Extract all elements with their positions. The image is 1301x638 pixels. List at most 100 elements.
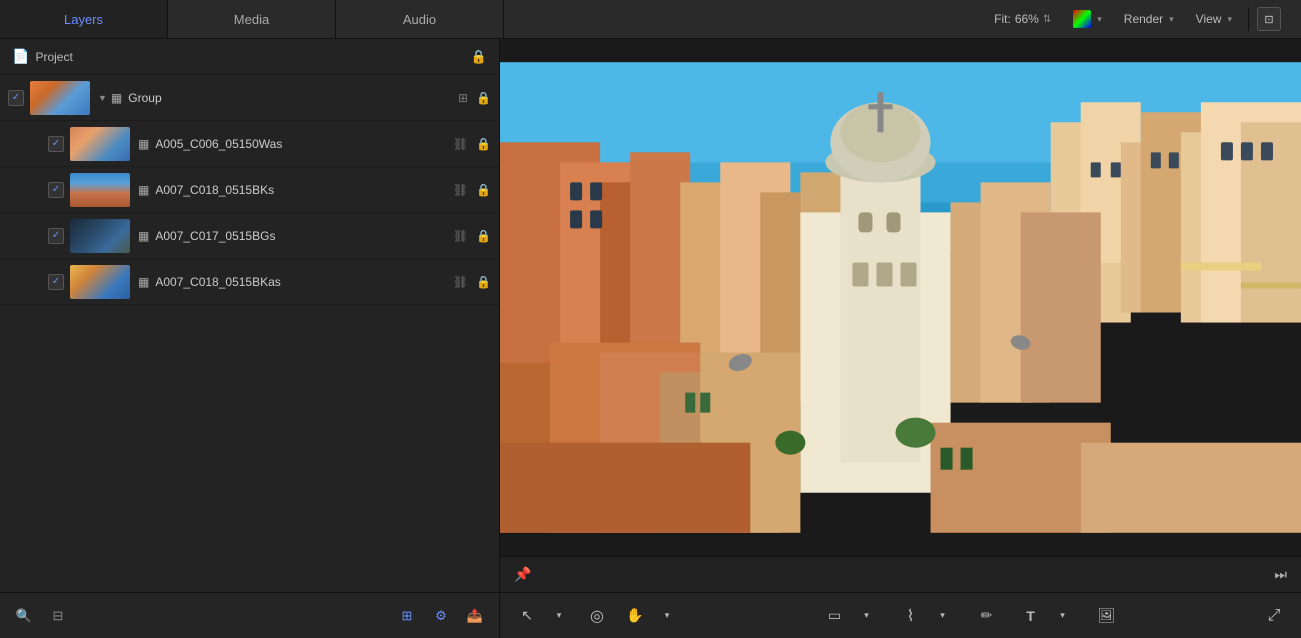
layer-lock-icon[interactable]: 🔒 (476, 91, 491, 105)
render-chevron-icon: ▾ (1169, 14, 1174, 25)
preview-image (500, 39, 1301, 556)
window-layout-button[interactable]: ⊡ (1257, 7, 1281, 31)
window-controls: ⊡ (1248, 7, 1289, 31)
layers-list: ▼ ▦ Group ⊞ 🔒 ▦ A005_C006_05150Was ⛓ 🔒 (0, 75, 499, 592)
text-options-button[interactable]: ▾ (1048, 601, 1078, 631)
layer-thumbnail (70, 173, 130, 207)
layer-row[interactable]: ▦ A007_C018_0515BKs ⛓ 🔒 (0, 167, 499, 213)
project-name: Project (35, 50, 72, 64)
tab-audio-label: Audio (403, 12, 436, 27)
film-strip-icon: ▦ (138, 183, 149, 197)
main-area: 📄 Project 🔒 ▼ ▦ Group ⊞ 🔒 (0, 39, 1301, 638)
skip-to-end-icon[interactable]: ⏭ (1274, 566, 1287, 583)
group-icon: ▦ (111, 91, 122, 105)
select-tool-group: ↖ ▾ (512, 601, 574, 631)
layer-lock-icon[interactable]: 🔒 (476, 275, 491, 289)
preview-area[interactable] (500, 39, 1301, 556)
render-button[interactable]: Render ▾ (1118, 10, 1180, 28)
layer-row[interactable]: ▦ A005_C006_05150Was ⛓ 🔒 (0, 121, 499, 167)
rect-options-button[interactable]: ▾ (852, 601, 882, 631)
project-file-icon: 📄 (12, 48, 29, 65)
project-lock-icon[interactable]: 🔒 (471, 49, 487, 65)
tab-media[interactable]: Media (168, 0, 336, 38)
curve-tool-button[interactable]: ⌇ (896, 601, 926, 631)
layer-lock-icon[interactable]: 🔒 (476, 137, 491, 151)
layer-actions: ⛓ 🔒 (453, 229, 491, 243)
layers-panel: 📄 Project 🔒 ▼ ▦ Group ⊞ 🔒 (0, 39, 500, 638)
orbit-tool-button[interactable]: ◎ (582, 601, 612, 631)
image-tool-button[interactable]: 🖼 (1092, 601, 1122, 631)
curve-tool-group: ⌇ ▾ (896, 601, 958, 631)
preview-panel: 📌 ⏭ ↖ ▾ ◎ ✋ ▾ (500, 39, 1301, 638)
toolbar-left-tools: ↖ ▾ ◎ ✋ ▾ (512, 601, 682, 631)
layer-copy-icon[interactable]: ⊞ (458, 91, 468, 105)
color-chevron-icon: ▾ (1097, 14, 1102, 25)
search-button[interactable]: 🔍 (10, 602, 38, 630)
curve-options-button[interactable]: ▾ (928, 601, 958, 631)
layer-name: Group (128, 91, 458, 105)
expand-arrow-icon[interactable]: ▼ (98, 93, 107, 103)
layer-thumbnail (30, 81, 90, 115)
preview-controls-bar: 📌 ⏭ (500, 556, 1301, 592)
select-options-button[interactable]: ▾ (544, 601, 574, 631)
layer-thumbnail (70, 127, 130, 161)
grid-button[interactable]: ⊞ (393, 602, 421, 630)
layer-visibility-checkbox[interactable] (48, 182, 64, 198)
project-bar: 📄 Project 🔒 (0, 39, 499, 75)
rectangle-tool-button[interactable]: ▭ (820, 601, 850, 631)
pen-tool-button[interactable]: ✏ (972, 601, 1002, 631)
film-strip-icon: ▦ (138, 229, 149, 243)
pin-icon[interactable]: 📌 (514, 566, 531, 583)
layer-link-icon[interactable]: ⛓ (453, 275, 468, 289)
layer-visibility-checkbox[interactable] (48, 274, 64, 290)
tab-audio[interactable]: Audio (336, 0, 504, 38)
window-layout-icon: ⊡ (1264, 13, 1273, 26)
film-strip-icon: ▦ (138, 137, 149, 151)
tab-media-label: Media (234, 12, 269, 27)
expand-button[interactable]: ⤢ (1259, 601, 1289, 631)
layer-visibility-checkbox[interactable] (48, 136, 64, 152)
view-button[interactable]: View ▾ (1190, 10, 1238, 28)
pan-options-button[interactable]: ▾ (652, 601, 682, 631)
layer-lock-icon[interactable]: 🔒 (476, 229, 491, 243)
color-picker-button[interactable]: ▾ (1067, 8, 1108, 30)
layer-visibility-checkbox[interactable] (48, 228, 64, 244)
header-right-controls: Fit: 66% ⇅ ▾ Render ▾ View ▾ ⊡ (976, 0, 1301, 38)
view-chevron-icon: ▾ (1227, 14, 1232, 25)
layer-row[interactable]: ▦ A007_C018_0515BKas ⛓ 🔒 (0, 259, 499, 305)
layer-lock-icon[interactable]: 🔒 (476, 183, 491, 197)
layer-actions: ⊞ 🔒 (458, 91, 491, 105)
fit-control[interactable]: Fit: 66% ⇅ (988, 10, 1057, 28)
left-bar-left: 🔍 ⊟ (10, 602, 72, 630)
render-label: Render (1124, 12, 1163, 26)
text-tool-group: T ▾ (1016, 601, 1078, 631)
text-tool-button[interactable]: T (1016, 601, 1046, 631)
fit-value: 66% (1015, 12, 1039, 26)
tab-layers[interactable]: Layers (0, 0, 168, 38)
fit-arrows: ⇅ (1043, 14, 1051, 25)
export-button[interactable]: 📤 (461, 602, 489, 630)
left-bottom-bar: 🔍 ⊟ ⊞ ⚙ 📤 (0, 592, 499, 638)
color-matrix-icon (1073, 10, 1091, 28)
layer-link-icon[interactable]: ⛓ (453, 229, 468, 243)
layer-actions: ⛓ 🔒 (453, 275, 491, 289)
layer-row[interactable]: ▦ A007_C017_0515BGs ⛓ 🔒 (0, 213, 499, 259)
bottom-toolbar: ↖ ▾ ◎ ✋ ▾ ▭ ▾ (500, 592, 1301, 638)
top-header: Layers Media Audio Fit: 66% ⇅ ▾ Render ▾… (0, 0, 1301, 39)
rect-tool-group: ▭ ▾ (820, 601, 882, 631)
layer-link-icon[interactable]: ⛓ (453, 137, 468, 151)
layer-link-icon[interactable]: ⛓ (453, 183, 468, 197)
film-strip-icon: ▦ (138, 275, 149, 289)
toolbar-right-tools: ⤢ (1259, 601, 1289, 631)
layout-button[interactable]: ⊟ (44, 602, 72, 630)
pan-tool-button[interactable]: ✋ (620, 601, 650, 631)
view-label: View (1196, 12, 1222, 26)
layer-row[interactable]: ▼ ▦ Group ⊞ 🔒 (0, 75, 499, 121)
layer-thumbnail (70, 265, 130, 299)
toolbar-center-tools: ▭ ▾ ⌇ ▾ ✏ T ▾ 🖼 (820, 601, 1122, 631)
settings-button[interactable]: ⚙ (427, 602, 455, 630)
select-tool-button[interactable]: ↖ (512, 601, 542, 631)
layer-visibility-checkbox[interactable] (8, 90, 24, 106)
pan-tool-group: ✋ ▾ (620, 601, 682, 631)
layer-name: A007_C018_0515BKas (155, 275, 452, 289)
